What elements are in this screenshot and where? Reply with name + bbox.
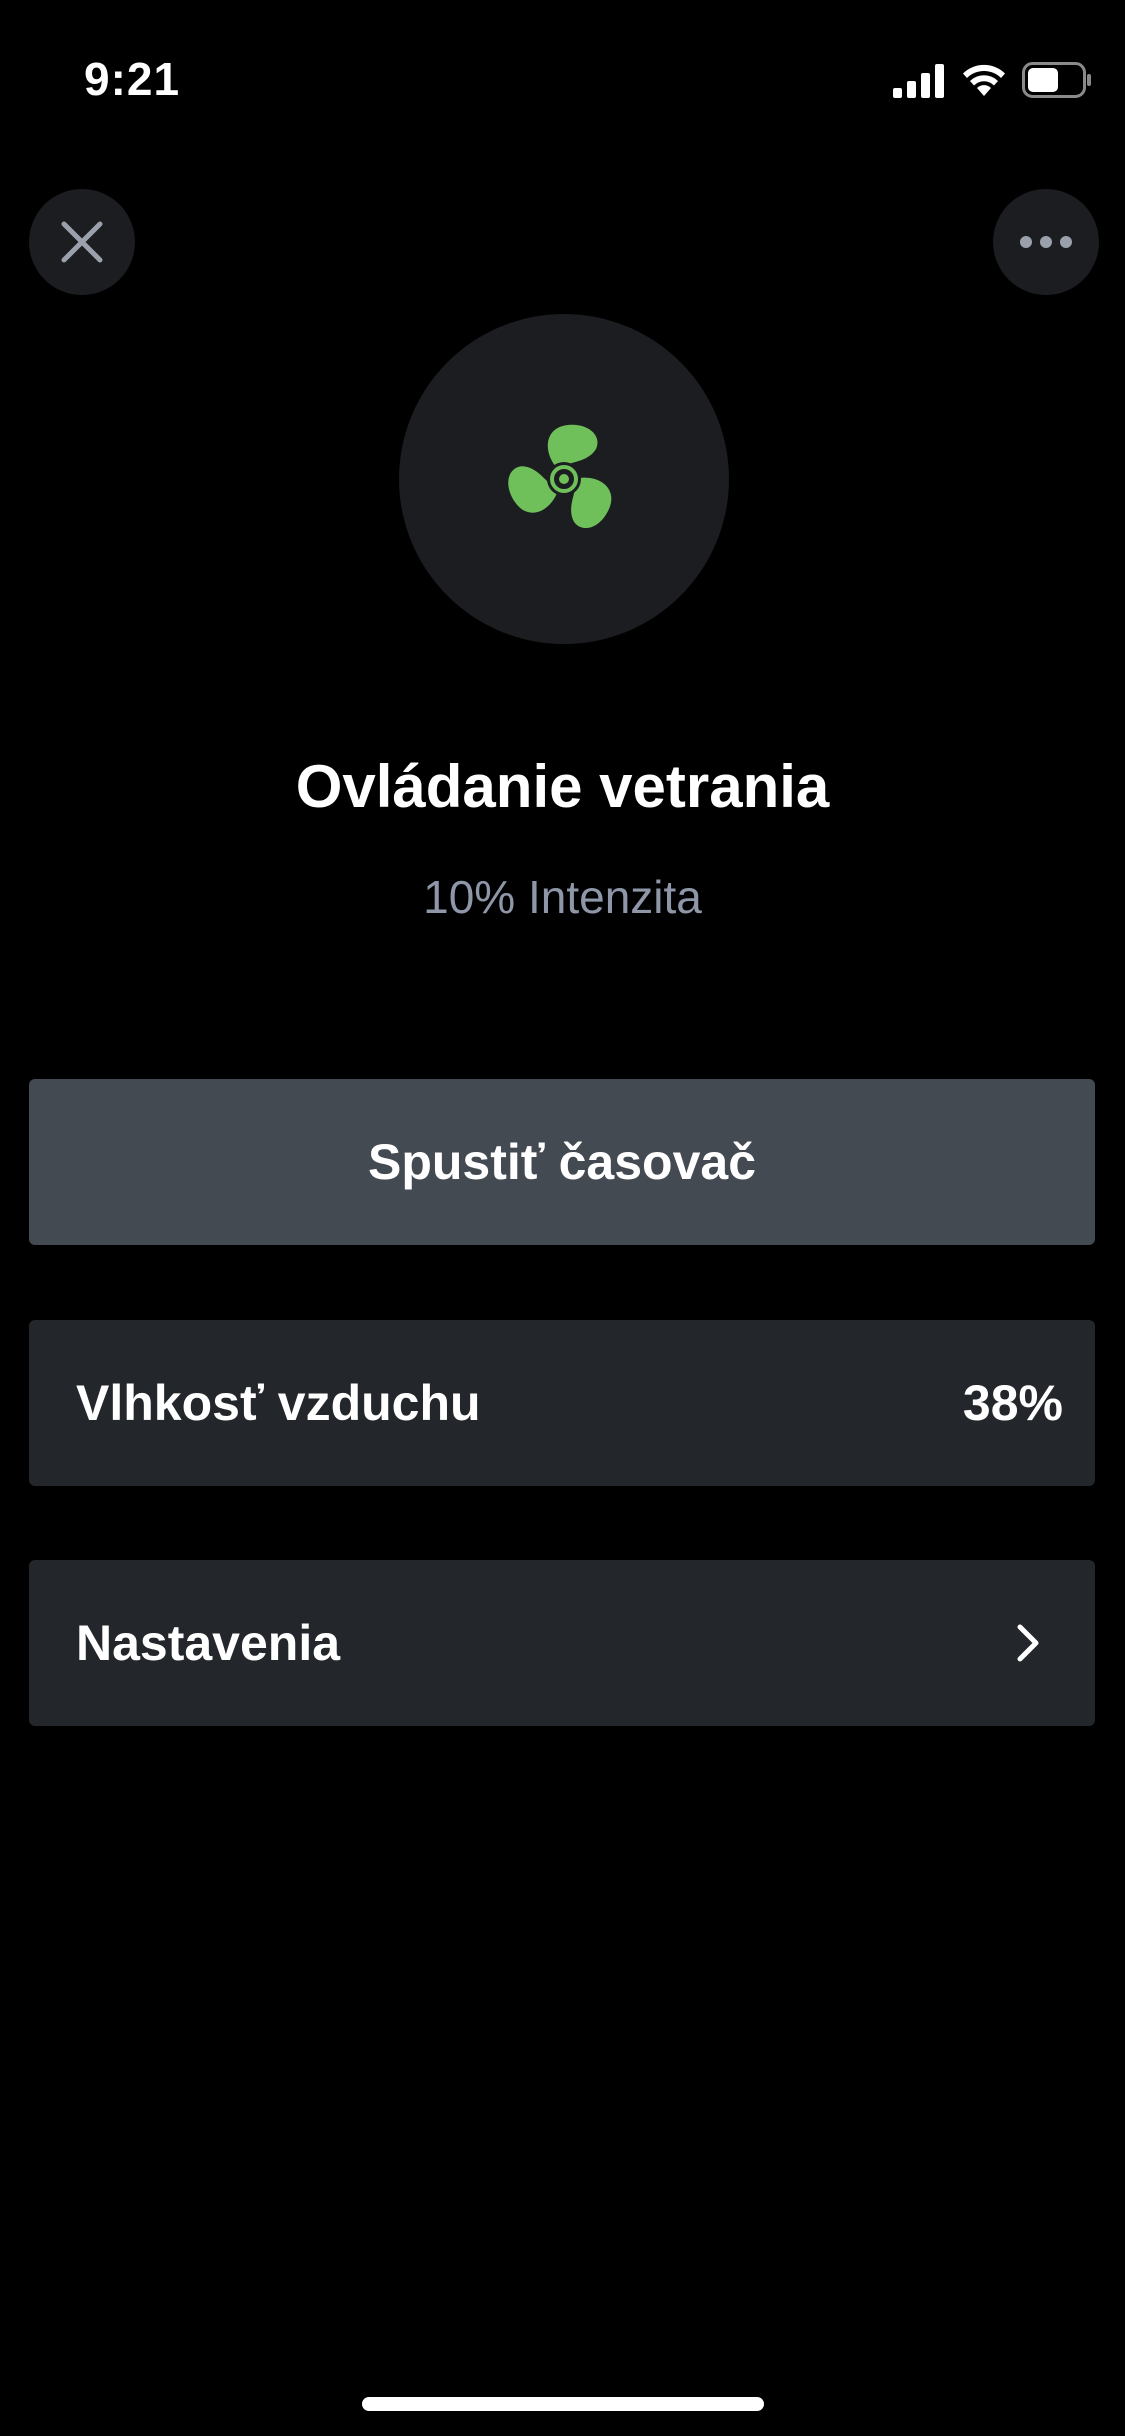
home-indicator[interactable] (362, 2397, 764, 2411)
chevron-right-icon (1017, 1624, 1039, 1662)
start-timer-label: Spustiť časovač (367, 1134, 756, 1190)
wifi-icon (963, 64, 1005, 96)
status-time: 9:21 (84, 53, 181, 105)
humidity-row: Vlhkosť vzduchu 38% (29, 1320, 1095, 1486)
page-title: Ovládanie vetrania (295, 753, 830, 820)
fan-icon (508, 424, 612, 529)
more-horizontal-icon (1020, 236, 1072, 248)
more-options-button[interactable] (993, 189, 1099, 295)
cellular-signal-icon (893, 64, 944, 98)
close-icon (61, 221, 103, 263)
device-icon-container (399, 314, 729, 644)
humidity-label: Vlhkosť vzduchu (76, 1375, 481, 1431)
close-button[interactable] (29, 189, 135, 295)
humidity-value: 38% (962, 1375, 1063, 1431)
intensity-subtitle: 10% Intenzita (423, 871, 702, 923)
status-bar: 9:21 (0, 0, 1125, 150)
settings-row[interactable]: Nastavenia (29, 1560, 1095, 1726)
battery-icon (1022, 62, 1091, 98)
fan-control-screen: 9:21 Ovládanie vetrania 10% Intenzita Sp… (0, 0, 1125, 2436)
start-timer-button[interactable]: Spustiť časovač (29, 1079, 1095, 1245)
settings-label: Nastavenia (76, 1615, 341, 1671)
